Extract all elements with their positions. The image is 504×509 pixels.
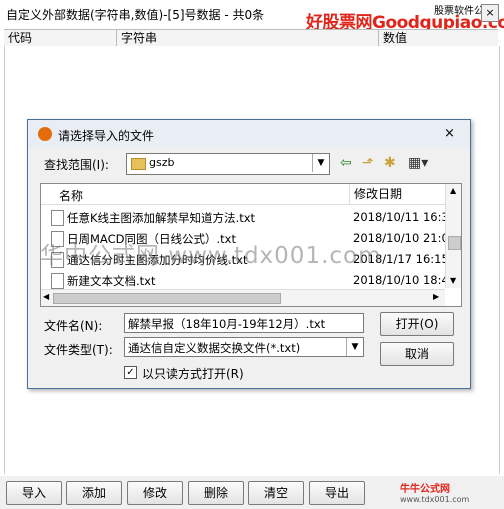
export-button[interactable]: 导出 (309, 481, 365, 505)
column-header-date[interactable]: 修改日期 (349, 184, 402, 204)
horizontal-scrollbar[interactable]: ◀ ▶ (41, 289, 445, 306)
filename-input[interactable]: 解禁早报（18年10月-19年12月）.txt (124, 313, 364, 333)
folder-icon (131, 158, 146, 170)
chevron-down-icon[interactable]: ▼ (312, 154, 329, 172)
file-name: 任意K线主图添加解禁早知道方法.txt (67, 211, 256, 225)
edit-button[interactable]: 修改 (127, 481, 183, 505)
open-button[interactable]: 打开(O) (380, 312, 454, 336)
column-header-value[interactable]: 数值 (378, 30, 493, 46)
watermark: 华中公式网 www.tdx001.com (40, 243, 382, 269)
clear-button[interactable]: 清空 (248, 481, 304, 505)
cancel-button[interactable]: 取消 (380, 342, 454, 366)
file-name: 新建文本文档.txt (67, 274, 156, 288)
add-button[interactable]: 添加 (66, 481, 122, 505)
scroll-down-icon[interactable]: ▼ (450, 276, 456, 285)
column-header-code[interactable]: 代码 (4, 30, 116, 46)
grid-header: 代码 字符串 数值 (4, 29, 498, 47)
file-row[interactable]: 任意K线主图添加解禁早知道方法.txt 2018/10/11 16:3 (41, 207, 449, 227)
readonly-checkbox[interactable]: ✓ (124, 366, 137, 379)
file-list-header: 名称 ^ 修改日期 (41, 184, 445, 205)
view-menu-icon[interactable]: ▦▾ (408, 155, 428, 171)
scroll-left-icon[interactable]: ◀ (43, 292, 49, 301)
filename-label: 文件名(N): (44, 319, 103, 333)
text-file-icon (51, 210, 64, 226)
column-header-string[interactable]: 字符串 (116, 30, 379, 46)
file-date: 2018/10/10 18:4 (353, 273, 449, 287)
filetype-label: 文件类型(T): (44, 343, 113, 357)
app-icon (38, 127, 52, 141)
dialog-close-icon[interactable]: × (444, 126, 455, 141)
text-file-icon (51, 273, 64, 289)
file-date: 2018/10/11 16:3 (353, 210, 449, 224)
filetype-value: 通达信自定义数据交换文件(*.txt) (128, 341, 301, 355)
delete-button[interactable]: 删除 (188, 481, 244, 505)
lookin-value: gszb (149, 156, 175, 169)
scroll-up-icon[interactable]: ▲ (450, 186, 456, 195)
site-logo-url: www.tdx001.com (400, 495, 470, 504)
column-header-name[interactable]: 名称 (59, 187, 83, 204)
sort-arrow-icon: ^ (191, 183, 199, 191)
back-arrow-icon[interactable]: ⇦ (340, 155, 352, 171)
close-icon[interactable]: × (481, 4, 499, 22)
scroll-right-icon[interactable]: ▶ (433, 292, 439, 301)
site-logo-name: 牛牛公式网 (400, 484, 450, 495)
vertical-scroll-thumb[interactable] (448, 236, 461, 250)
horizontal-scroll-thumb[interactable] (53, 293, 281, 304)
import-button[interactable]: 导入 (6, 481, 62, 505)
up-folder-icon[interactable]: ⬏ (362, 155, 374, 171)
dialog-title: 请选择导入的文件 (58, 129, 155, 143)
site-logo: 牛牛公式网 www.tdx001.com (400, 480, 469, 504)
readonly-label: 以只读方式打开(R) (142, 367, 244, 381)
dialog-titlebar: 请选择导入的文件 × (28, 120, 470, 148)
lookin-label: 查找范围(I): (44, 158, 109, 172)
new-folder-icon[interactable]: ✱ (384, 155, 396, 171)
chevron-down-icon[interactable]: ▼ (346, 338, 363, 356)
filetype-select[interactable]: 通达信自定义数据交换文件(*.txt) ▼ (124, 337, 364, 357)
window-titlebar: 自定义外部数据(字符串,数值)-[5]号数据 - 共0条 好股票网Goodgup… (0, 0, 504, 33)
file-row[interactable]: 新建文本文档.txt 2018/10/10 18:4 (41, 270, 449, 290)
window-title: 自定义外部数据(字符串,数值)-[5]号数据 - 共0条 (6, 8, 265, 22)
lookin-combo[interactable]: gszb ▼ (126, 153, 330, 175)
vertical-scrollbar[interactable]: ▲ ▼ (445, 184, 461, 288)
